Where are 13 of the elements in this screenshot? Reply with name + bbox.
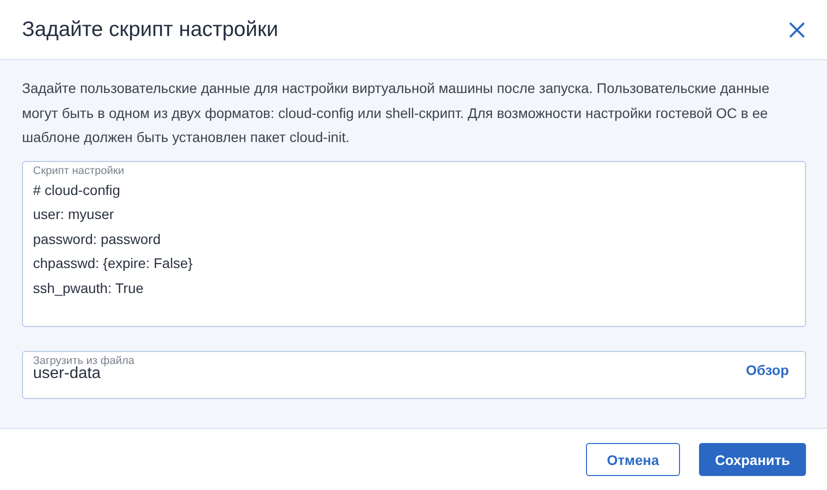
description-text: Задайте пользовательские данные для настройки виртуальной машины после запуска. Пользовательские данные могут быть в одном из двух форматов: cloud-config или shell-скрипт. Для возможности настройки гостевой ОС в ее шаблоне должен быть установлен пакет cloud-init. <box>22 79 770 147</box>
script-input[interactable]: # cloud-config user: myuser password: password chpasswd: {expire: False} ssh_pwauth: True <box>33 178 795 326</box>
save-button[interactable]: Сохранить <box>699 443 806 476</box>
close-icon <box>787 20 807 40</box>
file-field[interactable]: Загрузить из файла user-data Обзор <box>22 350 806 398</box>
field-label: Скрипт настройки <box>33 164 126 178</box>
field-label: Загрузить из файла <box>33 354 136 366</box>
cancel-button[interactable]: Отмена <box>586 443 680 476</box>
dialog-title: Задайте скрипт настройки <box>22 18 278 42</box>
file-name-input[interactable]: user-data <box>33 364 633 382</box>
close-button[interactable] <box>787 20 807 40</box>
browse-link[interactable]: Обзор <box>746 362 789 378</box>
script-field[interactable]: Скрипт настройки # cloud-config user: myuser password: password chpasswd: {expire: False} ssh_pwauth: True <box>22 160 806 326</box>
